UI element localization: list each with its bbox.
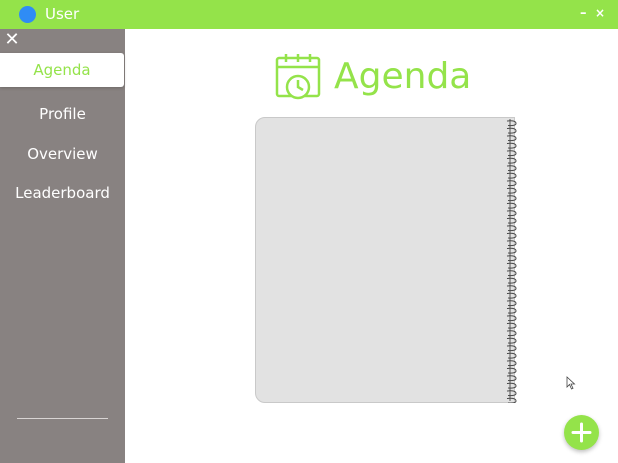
spiral-ring [506, 367, 517, 374]
sidebar-item-agenda[interactable]: Agenda [0, 53, 124, 87]
spiral-ring [506, 120, 517, 127]
agenda-notebook[interactable] [255, 117, 515, 403]
close-sidebar-icon[interactable]: ✕ [3, 31, 21, 49]
spiral-ring [506, 322, 517, 329]
spiral-ring [506, 330, 517, 337]
spiral-ring [506, 127, 517, 134]
spiral-ring [506, 150, 517, 157]
sidebar-divider [17, 418, 108, 419]
spiral-ring [506, 187, 517, 194]
spiral-ring [506, 195, 517, 202]
spiral-ring [506, 315, 517, 322]
spiral-ring [506, 300, 517, 307]
spiral-ring [506, 210, 517, 217]
sidebar-item-profile[interactable]: Profile [0, 97, 125, 131]
notebook-spiral [506, 119, 517, 403]
sidebar-item-overview[interactable]: Overview [0, 137, 125, 171]
spiral-ring [506, 292, 517, 299]
spiral-ring [506, 352, 517, 359]
spiral-ring [506, 345, 517, 352]
spiral-ring [506, 307, 517, 314]
spiral-ring [506, 240, 517, 247]
spiral-ring [506, 172, 517, 179]
title-bar: User – × [0, 0, 618, 29]
add-button[interactable] [564, 415, 599, 450]
close-window-button[interactable]: × [595, 7, 605, 20]
mouse-cursor-icon [566, 376, 576, 390]
page-title: Agenda [334, 56, 472, 97]
spiral-ring [506, 375, 517, 382]
spiral-ring [506, 165, 517, 172]
sidebar: ✕ Agenda Profile Overview Leaderboard [0, 29, 125, 463]
spiral-ring [506, 277, 517, 284]
spiral-ring [506, 217, 517, 224]
spiral-ring [506, 262, 517, 269]
spiral-ring [506, 270, 517, 277]
spiral-ring [506, 397, 517, 403]
spiral-ring [506, 247, 517, 254]
plus-icon [571, 422, 592, 443]
spiral-ring [506, 285, 517, 292]
sidebar-item-leaderboard[interactable]: Leaderboard [0, 176, 125, 210]
spiral-ring [506, 142, 517, 149]
spiral-ring [506, 157, 517, 164]
calendar-clock-icon [275, 54, 321, 100]
window-title: User [45, 5, 80, 23]
spiral-ring [506, 255, 517, 262]
spiral-ring [506, 382, 517, 389]
spiral-ring [506, 390, 517, 397]
minimize-button[interactable]: – [580, 7, 587, 20]
app-icon [19, 6, 36, 23]
spiral-ring [506, 360, 517, 367]
spiral-ring [506, 232, 517, 239]
spiral-ring [506, 337, 517, 344]
spiral-ring [506, 180, 517, 187]
spiral-ring [506, 135, 517, 142]
spiral-ring [506, 225, 517, 232]
spiral-ring [506, 202, 517, 209]
